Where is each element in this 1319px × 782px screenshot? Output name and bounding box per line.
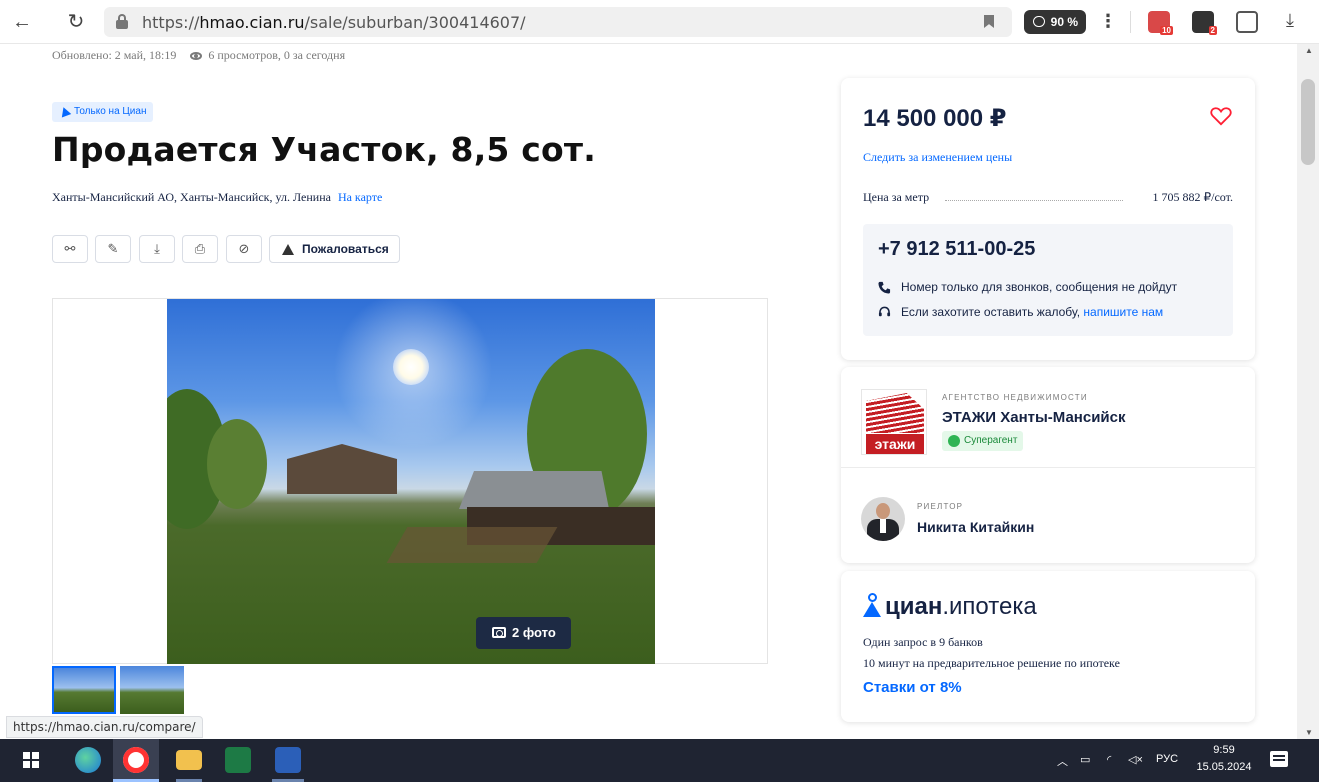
word-icon[interactable] xyxy=(275,747,301,773)
download-icon[interactable]: ⤓ xyxy=(1280,10,1300,32)
heart-icon[interactable] xyxy=(1210,106,1232,126)
realtor-caption: РИЕЛТОР xyxy=(917,502,964,511)
browser-toolbar: ← ↻ https://hmao.cian.ru/sale/suburban/3… xyxy=(0,0,1319,44)
write-us-link[interactable]: напишите нам xyxy=(1083,305,1163,319)
price-per-unit: Цена за метр 1 705 882 ₽/сот. xyxy=(863,190,1233,204)
listing-meta: Обновлено: 2 май, 18:19 6 просмотров, 0 з… xyxy=(52,48,346,62)
scroll-thumb[interactable] xyxy=(1301,79,1315,165)
agency-name[interactable]: ЭТАЖИ Ханты-Мансийск xyxy=(942,409,1126,426)
rates-link[interactable]: Ставки от 8% xyxy=(863,679,962,696)
bookmark-icon[interactable] xyxy=(984,15,994,28)
price-card: 14 500 000 ₽ Следить за изменением цены … xyxy=(841,78,1255,360)
scroll-down-icon[interactable]: ▼ xyxy=(1305,728,1313,737)
wifi-icon[interactable]: ◜ xyxy=(1107,753,1111,766)
phone-icon xyxy=(878,281,891,294)
mortgage-line-1: Один запрос в 9 банков xyxy=(863,635,983,649)
avatar[interactable] xyxy=(861,497,905,541)
clock[interactable]: 9:59 15.05.2024 xyxy=(1192,742,1256,776)
address-bar[interactable]: https://hmao.cian.ru/sale/suburban/30041… xyxy=(104,7,1012,37)
phone-box: +7 912 511-00-25 Номер только для звонко… xyxy=(863,224,1233,336)
scroll-up-icon[interactable]: ▲ xyxy=(1305,46,1313,55)
status-url-tooltip: https://hmao.cian.ru/compare/ xyxy=(6,716,203,738)
back-arrow-icon[interactable]: ← xyxy=(10,10,34,34)
support-icon xyxy=(878,306,891,317)
price: 14 500 000 ₽ xyxy=(863,105,1007,132)
notification-icon[interactable] xyxy=(1270,751,1288,767)
agency-caption: АГЕНТСТВО НЕДВИЖИМОСТИ xyxy=(942,393,1088,402)
photo-count-button[interactable]: 2 фото xyxy=(476,617,571,649)
mortgage-card[interactable]: циан.ипотека Один запрос в 9 банков 10 м… xyxy=(841,571,1255,722)
cian-logo-icon xyxy=(863,593,881,617)
calls-only-note: Номер только для звонков, сообщения не д… xyxy=(878,280,1177,294)
reload-icon[interactable]: ↻ xyxy=(64,10,88,34)
camera-icon xyxy=(492,627,506,638)
extension-puzzle-icon[interactable] xyxy=(1236,11,1258,33)
cian-mortgage-logo: циан.ипотека xyxy=(863,593,1037,623)
cian-arrow-icon xyxy=(58,105,72,118)
toolbar-separator xyxy=(1130,11,1131,33)
hide-icon[interactable]: ⊘ xyxy=(226,235,262,263)
map-link[interactable]: На карте xyxy=(338,190,382,204)
share-icon[interactable]: ⚯ xyxy=(52,235,88,263)
listing-address: Ханты-Мансийский АО, Ханты-Мансийск, ул.… xyxy=(52,190,383,204)
star-badge-icon xyxy=(948,435,960,447)
print-icon[interactable]: ⎙ xyxy=(182,235,218,263)
watch-price-link[interactable]: Следить за изменением цены xyxy=(863,150,1012,165)
realtor-name[interactable]: Никита Китайкин xyxy=(917,519,1034,535)
taskbar: ︿ ▭ ◜ ◁× РУС 9:59 15.05.2024 xyxy=(0,739,1319,782)
tray-chevron-icon[interactable]: ︿ xyxy=(1057,753,1068,769)
divider xyxy=(841,467,1255,468)
language-indicator[interactable]: РУС xyxy=(1156,753,1178,765)
page-scrollbar[interactable]: ▲ ▼ xyxy=(1297,44,1319,739)
edge-icon[interactable] xyxy=(75,747,101,773)
thumbnail-2[interactable] xyxy=(120,666,184,714)
lock-icon xyxy=(116,14,128,29)
url-text: https://hmao.cian.ru/sale/suburban/30041… xyxy=(142,13,526,32)
extension-notes-icon[interactable]: 2 xyxy=(1192,11,1217,35)
house xyxy=(287,444,397,494)
photo-gallery[interactable]: 2 фото xyxy=(52,298,768,664)
phone-number[interactable]: +7 912 511-00-25 xyxy=(878,238,1035,261)
edit-icon[interactable]: ✎ xyxy=(95,235,131,263)
page-title: Продается Участок, 8,5 сот. xyxy=(52,130,596,169)
warning-icon xyxy=(282,244,294,255)
agency-logo[interactable]: этажи xyxy=(861,389,927,455)
main-photo[interactable]: 2 фото xyxy=(167,299,655,664)
excel-icon[interactable] xyxy=(225,747,251,773)
windows-start-icon[interactable] xyxy=(23,752,39,768)
shed-roof xyxy=(459,471,609,509)
extension-mail-icon[interactable]: 10 xyxy=(1148,11,1173,35)
mortgage-line-2: 10 минут на предварительное решение по и… xyxy=(863,656,1120,670)
download-pdf-icon[interactable]: ⤓ xyxy=(139,235,175,263)
garden-beds xyxy=(386,527,558,563)
only-cian-badge: Только на Циан xyxy=(52,102,154,122)
yandex-browser-icon[interactable] xyxy=(123,747,149,773)
zoom-indicator[interactable]: 90 % xyxy=(1024,10,1086,34)
agency-card: этажи АГЕНТСТВО НЕДВИЖИМОСТИ ЭТАЖИ Ханты… xyxy=(841,367,1255,563)
volume-icon[interactable]: ◁× xyxy=(1128,753,1143,766)
zoom-icon xyxy=(1033,16,1045,27)
thumbnail-1[interactable] xyxy=(52,666,116,714)
listing-page: Обновлено: 2 май, 18:19 6 просмотров, 0 з… xyxy=(0,44,1297,739)
folder-icon[interactable] xyxy=(176,750,202,770)
eye-icon xyxy=(190,52,203,61)
superagent-badge: Суперагент xyxy=(942,431,1024,451)
more-menu-icon[interactable]: ⋮ xyxy=(1098,10,1118,34)
report-button[interactable]: Пожаловаться xyxy=(269,235,400,263)
battery-icon[interactable]: ▭ xyxy=(1080,753,1090,766)
complaint-note: Если захотите оставить жалобу, напишите … xyxy=(878,305,1163,319)
sun xyxy=(393,349,429,385)
